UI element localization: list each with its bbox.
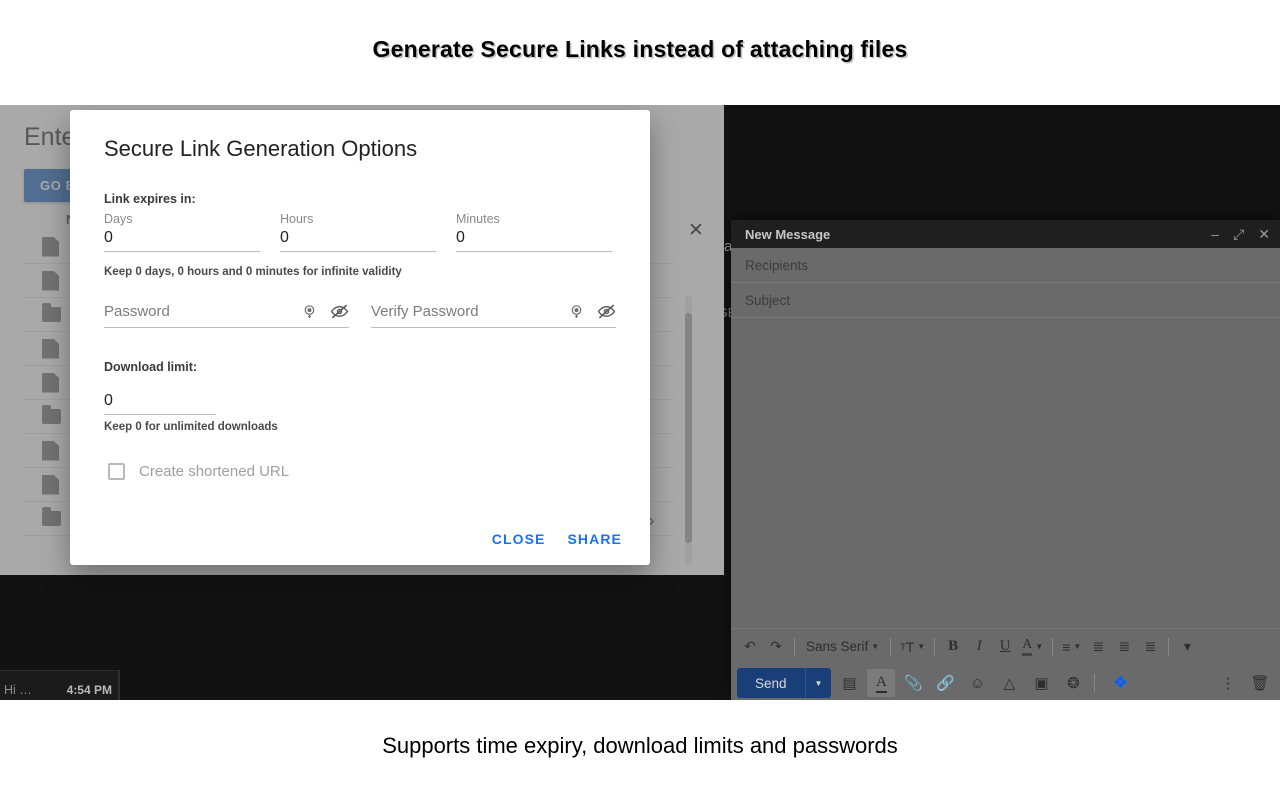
list-item[interactable]: Hi … 4:54 PM xyxy=(0,671,118,700)
shorten-url-label: Create shortened URL xyxy=(139,463,290,480)
verify-password-field[interactable]: Verify Password xyxy=(371,302,616,328)
eye-off-icon[interactable] xyxy=(597,302,616,321)
close-button[interactable]: CLOSE xyxy=(492,531,546,547)
insert-emoji-icon[interactable]: ☺ xyxy=(963,669,991,697)
mail-time: 4:54 PM xyxy=(66,683,112,697)
compose-window: New Message – ⤢ ✕ Recipients Subject ↶ ↷ xyxy=(731,220,1280,700)
redo-icon[interactable]: ↷ xyxy=(763,634,789,660)
toolbar-divider xyxy=(1094,674,1096,692)
page-root: Generate Secure Links instead of attachi… xyxy=(0,0,1280,800)
minutes-input[interactable]: 0 xyxy=(456,227,612,252)
compose-window-controls: – ⤢ ✕ xyxy=(1211,227,1270,241)
share-button[interactable]: SHARE xyxy=(567,531,622,547)
generate-password-icon[interactable] xyxy=(301,303,318,320)
hours-field[interactable]: Hours 0 xyxy=(280,212,436,252)
verify-password-placeholder: Verify Password xyxy=(371,303,479,320)
minutes-field[interactable]: Minutes 0 xyxy=(456,212,612,252)
screenshot-band: ations selected GB (81 %) of your 30 GB.… xyxy=(0,105,1280,700)
confidential-mode-icon[interactable]: ❂ xyxy=(1059,669,1087,697)
eye-off-icon[interactable] xyxy=(330,302,349,321)
top-caption: Generate Secure Links instead of attachi… xyxy=(372,36,908,62)
insert-link-icon[interactable]: 🔗 xyxy=(931,669,959,697)
font-size-icon[interactable]: TT ▼ xyxy=(896,634,929,660)
days-field[interactable]: Days 0 xyxy=(104,212,260,252)
shorten-url-row[interactable]: Create shortened URL xyxy=(108,463,622,480)
close-icon[interactable]: ✕ xyxy=(688,221,704,240)
password-placeholder: Password xyxy=(104,303,170,320)
send-options-caret-icon[interactable]: ▼ xyxy=(804,668,832,698)
undo-icon[interactable]: ↶ xyxy=(737,634,763,660)
chevron-down-icon: ▼ xyxy=(1035,642,1044,651)
send-toolbar: Send ▼ ▤ A 📎 🔗 ☺ △ ▣ ❂ ❖ ⋮ 🗑 xyxy=(731,664,1280,700)
font-family-select[interactable]: Sans Serif ▼ xyxy=(800,634,885,660)
shorten-url-checkbox[interactable] xyxy=(108,463,125,480)
toolbar-divider xyxy=(890,637,892,656)
subject-placeholder: Subject xyxy=(745,292,791,308)
align-glyph: ≡ xyxy=(1062,638,1071,655)
secure-mail-icon[interactable]: ▤ xyxy=(835,669,863,697)
expiry-hint: Keep 0 days, 0 hours and 0 minutes for i… xyxy=(104,266,402,278)
more-options-icon[interactable]: ⋮ xyxy=(1214,669,1242,697)
compose-body[interactable] xyxy=(731,318,1280,628)
subject-field[interactable]: Subject xyxy=(731,283,1280,318)
dialog-actions: CLOSE SHARE xyxy=(492,531,622,547)
download-limit-hint: Keep 0 for unlimited downloads xyxy=(104,421,278,433)
hours-input[interactable]: 0 xyxy=(280,227,436,252)
insert-photo-icon[interactable]: ▣ xyxy=(1027,669,1055,697)
minutes-label: Minutes xyxy=(456,212,500,226)
expand-icon[interactable]: ⤢ xyxy=(1233,227,1244,241)
bottom-caption: Supports time expiry, download limits an… xyxy=(382,733,898,758)
toolbar-divider xyxy=(1168,637,1170,656)
days-input[interactable]: 0 xyxy=(104,227,260,252)
close-icon[interactable]: ✕ xyxy=(1258,227,1270,241)
chevron-down-icon: ▼ xyxy=(917,642,926,651)
align-icon[interactable]: ≡ ▼ xyxy=(1058,634,1085,660)
attach-file-icon[interactable]: 📎 xyxy=(899,669,927,697)
indent-less-icon[interactable]: ≣ xyxy=(1137,634,1163,660)
expiry-duration-row: Days 0 Hours 0 Minutes 0 xyxy=(104,212,622,252)
underline-icon[interactable]: U xyxy=(992,634,1018,660)
secure-link-dialog: Secure Link Generation Options Link expi… xyxy=(70,110,650,565)
hours-label: Hours xyxy=(280,212,314,226)
mail-list: Hi … 4:54 PM - T… 4:54 PM st … 4:54 PM xyxy=(0,670,118,700)
minimize-icon[interactable]: – xyxy=(1211,227,1219,241)
download-limit-label: Download limit: xyxy=(104,360,198,374)
toolbar-divider xyxy=(794,637,795,656)
toolbar-divider xyxy=(934,637,936,656)
mail-snippet: Hi … xyxy=(4,683,32,697)
formatting-options-icon[interactable]: A xyxy=(867,669,896,697)
bold-icon[interactable]: B xyxy=(940,634,966,660)
recipients-field[interactable]: Recipients xyxy=(731,248,1280,283)
more-format-icon[interactable]: ▾ xyxy=(1174,634,1200,660)
compose-title: New Message xyxy=(745,226,831,242)
toolbar-divider xyxy=(1052,637,1054,656)
generate-password-icon[interactable] xyxy=(568,303,585,320)
recipients-placeholder: Recipients xyxy=(745,257,809,273)
mail-list-divider xyxy=(118,670,120,700)
chevron-down-icon: ▼ xyxy=(1073,642,1082,651)
send-button-label: Send xyxy=(755,675,787,691)
insert-drive-icon[interactable]: △ xyxy=(995,669,1023,697)
download-limit-input[interactable]: 0 xyxy=(104,392,216,415)
compose-header: New Message – ⤢ ✕ xyxy=(731,220,1280,248)
dialog-title: Secure Link Generation Options xyxy=(104,136,418,161)
text-color-icon[interactable]: A ▼ xyxy=(1018,634,1047,660)
password-row: Password Verify Password xyxy=(104,302,622,328)
italic-icon[interactable]: I xyxy=(966,634,992,660)
dropbox-icon[interactable]: ❖ xyxy=(1106,669,1134,697)
formatting-toolbar: ↶ ↷ Sans Serif ▼ TT ▼ B I U A ▼ ≡ ▼ ≣ ≣ … xyxy=(731,628,1280,664)
link-expires-label: Link expires in: xyxy=(104,192,196,206)
days-label: Days xyxy=(104,212,133,226)
bulleted-list-icon[interactable]: ≣ xyxy=(1111,634,1137,660)
chevron-down-icon: ▼ xyxy=(871,642,880,651)
password-field[interactable]: Password xyxy=(104,302,349,328)
send-button[interactable]: Send ▼ xyxy=(737,668,832,698)
numbered-list-icon[interactable]: ≣ xyxy=(1085,634,1111,660)
discard-draft-icon[interactable]: 🗑 xyxy=(1246,669,1274,697)
font-family-label: Sans Serif xyxy=(806,639,869,654)
